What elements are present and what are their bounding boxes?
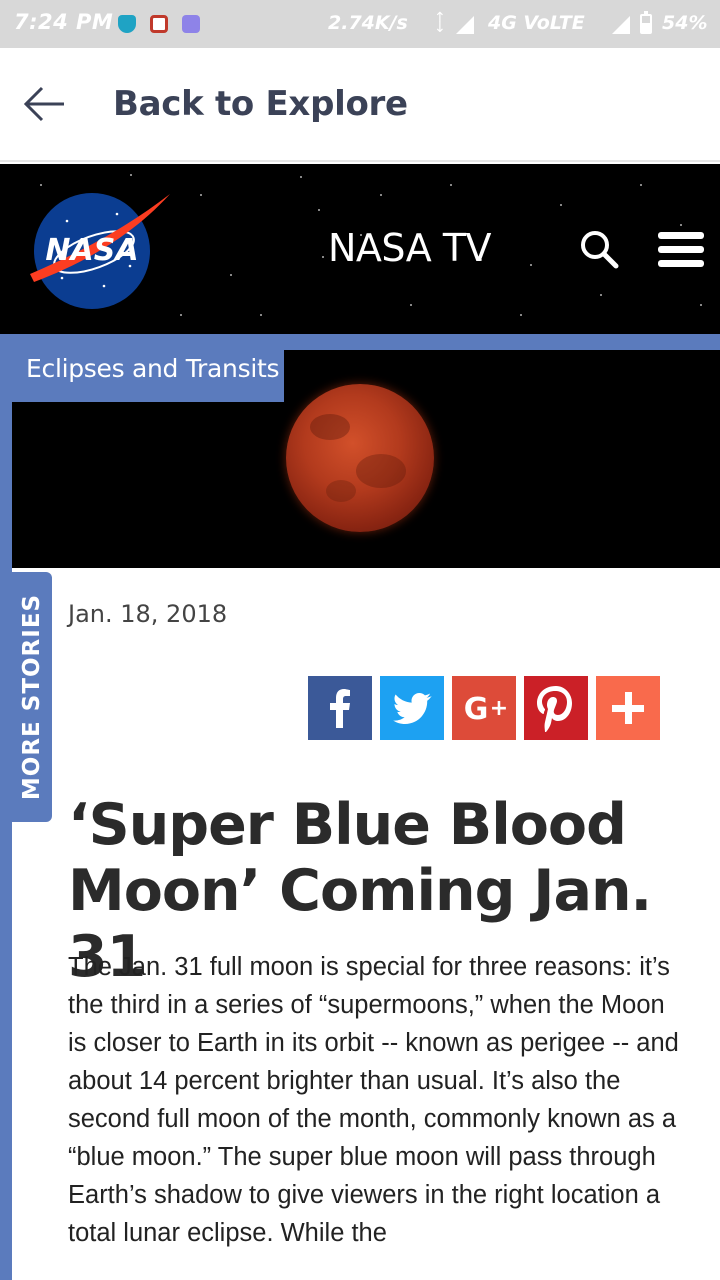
- notification-icon: [150, 15, 168, 33]
- nasa-tv-link[interactable]: NASA TV: [328, 226, 492, 270]
- article-date: Jan. 18, 2018: [68, 600, 228, 628]
- battery-level: [642, 23, 650, 32]
- category-tag[interactable]: Eclipses and Transits: [12, 350, 284, 402]
- nasa-logo-text: NASA: [45, 233, 138, 268]
- back-to-explore-link[interactable]: Back to Explore: [113, 84, 408, 124]
- signal-icon: [456, 16, 474, 34]
- battery-percent: 54%: [662, 12, 708, 34]
- star: [530, 264, 532, 266]
- status-bar: 7:24 PM 2.74K/s ↑ ↓ 4G VoLTE 54%: [0, 0, 720, 48]
- data-transfer-icon: ↑ ↓: [434, 10, 446, 36]
- star: [200, 194, 202, 196]
- star: [560, 204, 562, 206]
- star: [680, 224, 682, 226]
- star: [640, 184, 642, 186]
- nasa-header: NASA NASA TV: [0, 164, 720, 334]
- signal-strength-icon: [612, 16, 630, 34]
- blood-moon-image: [286, 384, 434, 532]
- more-share-button[interactable]: [596, 676, 660, 740]
- star: [300, 176, 302, 178]
- menu-icon[interactable]: [658, 232, 704, 268]
- network-speed: 2.74K/s: [328, 12, 408, 34]
- star: [410, 304, 412, 306]
- svg-text:+: +: [490, 696, 508, 721]
- star: [318, 209, 320, 211]
- star: [322, 256, 324, 258]
- app-notification-icon: [182, 15, 200, 33]
- shield-icon: [118, 15, 136, 33]
- back-arrow-icon[interactable]: [22, 84, 68, 124]
- more-stories-tab[interactable]: MORE STORIES: [12, 572, 52, 822]
- twitter-share-button[interactable]: [380, 676, 444, 740]
- star: [180, 314, 182, 316]
- hero-frame: [0, 334, 720, 350]
- star: [380, 194, 382, 196]
- facebook-icon: [308, 676, 372, 740]
- more-stories-label: MORE STORIES: [19, 593, 45, 801]
- network-type: 4G VoLTE: [488, 12, 585, 34]
- accent-stripe: [0, 334, 12, 1280]
- star: [520, 314, 522, 316]
- svg-text:G: G: [464, 692, 489, 727]
- google-plus-icon: G +: [452, 676, 516, 740]
- pinterest-icon: [524, 676, 588, 740]
- star: [260, 314, 262, 316]
- star: [130, 174, 132, 176]
- facebook-share-button[interactable]: [308, 676, 372, 740]
- article-body: The Jan. 31 full moon is special for thr…: [68, 953, 679, 1247]
- search-icon[interactable]: [578, 228, 620, 270]
- star: [600, 294, 602, 296]
- share-buttons: G +: [308, 676, 660, 740]
- twitter-icon: [380, 676, 444, 740]
- google-plus-share-button[interactable]: G +: [452, 676, 516, 740]
- star: [450, 184, 452, 186]
- battery-icon: [640, 11, 652, 34]
- pinterest-share-button[interactable]: [524, 676, 588, 740]
- star: [230, 274, 232, 276]
- star: [700, 304, 702, 306]
- status-time: 7:24 PM: [14, 10, 114, 34]
- plus-icon: [596, 676, 660, 740]
- back-bar: Back to Explore: [0, 48, 720, 162]
- nasa-logo[interactable]: NASA: [22, 186, 174, 316]
